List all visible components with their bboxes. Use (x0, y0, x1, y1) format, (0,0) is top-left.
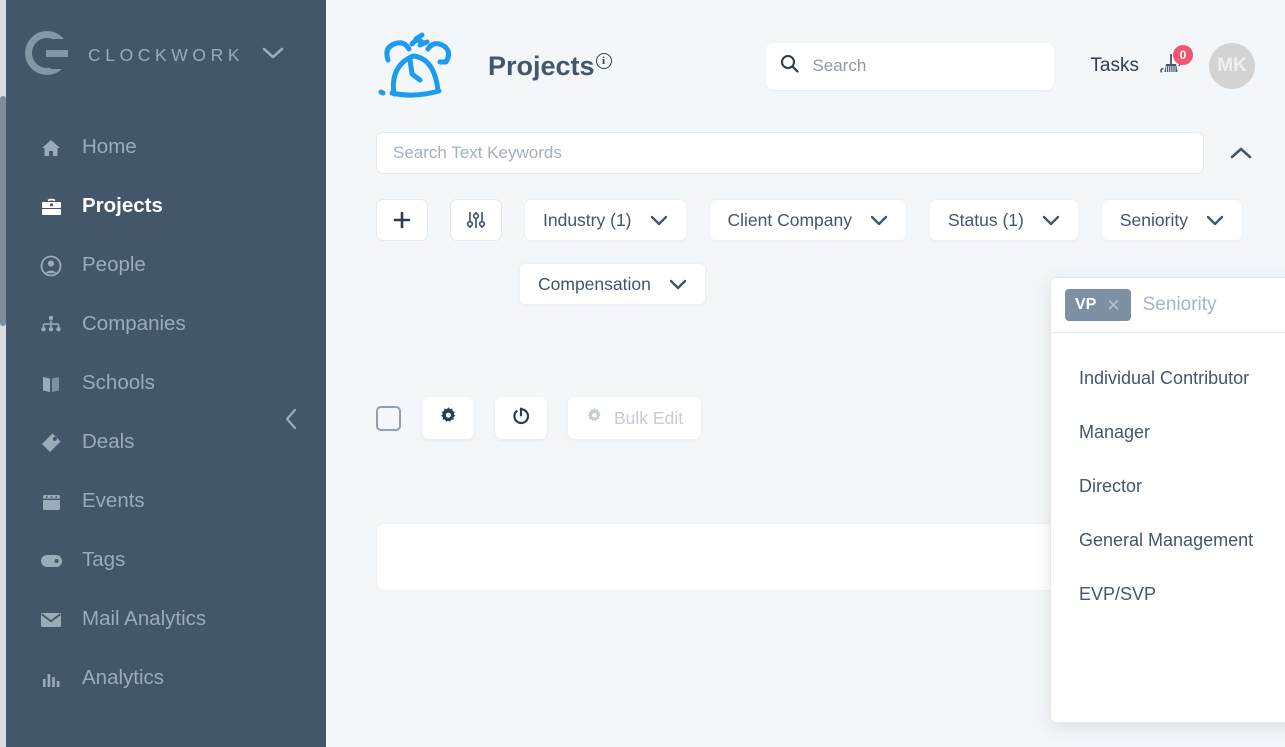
cleanup-badge-count: 0 (1173, 45, 1193, 65)
sidebar-item-home[interactable]: Home (0, 118, 326, 177)
sidebar-item-people[interactable]: People (0, 236, 326, 295)
sidebar-scrollbar[interactable] (0, 0, 6, 747)
filter-chip-client-company[interactable]: Client Company (708, 199, 907, 241)
filter-chip-label: Industry (1) (543, 209, 632, 230)
briefcase-icon (36, 194, 66, 220)
chevron-down-icon (1206, 215, 1224, 226)
filter-chip-label: Status (1) (948, 209, 1024, 230)
option-evp-svp[interactable]: EVP/SVP (1051, 567, 1285, 621)
page-title: Projects i (488, 51, 612, 82)
alarm-clock-icon (376, 30, 458, 102)
global-search-placeholder: Search (812, 56, 867, 75)
info-icon[interactable]: i (595, 52, 612, 69)
tag-icon (36, 430, 66, 456)
main-content: Projects i Search Tasks 0 MK Search Text… (326, 0, 1285, 747)
dropdown-footer: Cancel Apply (1051, 630, 1285, 722)
user-avatar[interactable]: MK (1209, 43, 1255, 89)
option-manager[interactable]: Manager (1051, 405, 1285, 459)
sidebar-item-label: Schools (82, 371, 155, 395)
chevron-down-icon (669, 279, 687, 290)
option-general-management[interactable]: General Management (1051, 513, 1285, 567)
search-icon (780, 54, 800, 78)
sidebar-item-schools[interactable]: Schools (0, 354, 326, 413)
column-settings-button[interactable] (422, 397, 474, 439)
chevron-down-icon (870, 215, 888, 226)
filter-chip-row: Industry (1) Client Company Status (1) S… (376, 199, 1285, 241)
sidebar-item-label: Companies (82, 312, 186, 336)
token-label: VP (1075, 296, 1097, 313)
sidebar: CLOCKWORK Home Projects People Companies… (0, 0, 326, 747)
global-search-input[interactable]: Search (766, 42, 1055, 90)
sidebar-collapse-chevron-left-icon[interactable] (278, 406, 304, 432)
gear-icon (439, 406, 458, 430)
sidebar-scrollbar-thumb[interactable] (0, 96, 6, 326)
option-individual-contributor[interactable]: Individual Contributor (1051, 351, 1285, 405)
filter-chip-label: Compensation (538, 273, 651, 294)
clockwork-logo-icon (22, 30, 76, 80)
add-filter-button[interactable] (376, 199, 428, 241)
filter-chip-compensation[interactable]: Compensation (519, 263, 706, 305)
sidebar-item-events[interactable]: Events (0, 472, 326, 531)
page-title-text: Projects (488, 50, 595, 81)
top-bar: Projects i Search Tasks 0 MK (326, 0, 1285, 132)
sliders-icon-button[interactable] (450, 199, 502, 241)
keyword-search-input[interactable]: Search Text Keywords (376, 132, 1204, 174)
sidebar-item-tags[interactable]: Tags (0, 531, 326, 590)
bulk-edit-label: Bulk Edit (614, 407, 684, 428)
org-chart-icon (36, 312, 66, 338)
chevron-down-icon (650, 215, 668, 226)
refresh-button[interactable] (495, 397, 547, 439)
seniority-dropdown-panel: VP ✕ Seniority Individual Contributor Ma… (1050, 277, 1285, 723)
seniority-option-list: Individual Contributor Manager Director … (1051, 333, 1285, 630)
seniority-token-input[interactable]: VP ✕ Seniority (1051, 278, 1285, 333)
envelope-icon (36, 607, 66, 633)
person-circle-icon (36, 253, 66, 279)
sidebar-item-label: Home (82, 135, 137, 159)
sidebar-item-label: Tags (82, 548, 126, 572)
book-icon (36, 371, 66, 397)
bulk-edit-button[interactable]: Bulk Edit (568, 397, 702, 439)
sidebar-item-mail-analytics[interactable]: Mail Analytics (0, 590, 326, 649)
home-icon (36, 135, 66, 161)
sidebar-item-label: Events (82, 489, 145, 513)
sidebar-item-companies[interactable]: Companies (0, 295, 326, 354)
sidebar-item-label: People (82, 253, 146, 277)
filter-chip-seniority[interactable]: Seniority (1100, 199, 1243, 241)
filters-collapse-chevron-up-icon[interactable] (1228, 140, 1254, 166)
sidebar-item-label: Analytics (82, 666, 165, 690)
select-all-checkbox[interactable] (376, 405, 401, 431)
brand-name: CLOCKWORK (88, 44, 245, 65)
close-icon[interactable]: ✕ (1106, 297, 1120, 314)
cleanup-broom-button[interactable]: 0 (1153, 45, 1193, 84)
tasks-link[interactable]: Tasks (1090, 55, 1139, 77)
calendar-icon (36, 489, 66, 515)
brand-chevron-down-icon[interactable] (262, 46, 284, 65)
filter-chip-label: Seniority (1119, 209, 1188, 230)
filter-chip-industry[interactable]: Industry (1) (524, 199, 687, 241)
sidebar-item-projects[interactable]: Projects (0, 177, 326, 236)
sidebar-item-analytics[interactable]: Analytics (0, 649, 326, 708)
bar-chart-icon (36, 666, 66, 692)
gear-icon (586, 407, 603, 429)
power-refresh-icon (511, 406, 531, 431)
sidebar-item-label: Deals (82, 430, 135, 454)
option-director[interactable]: Director (1051, 459, 1285, 513)
filter-chip-label: Client Company (727, 209, 853, 230)
app-root: CLOCKWORK Home Projects People Companies… (0, 0, 1285, 747)
selected-token-vp[interactable]: VP ✕ (1065, 289, 1131, 321)
label-icon (36, 548, 66, 574)
brand-header[interactable]: CLOCKWORK (0, 0, 326, 110)
keyword-row: Search Text Keywords (376, 132, 1285, 174)
seniority-input-placeholder: Seniority (1142, 294, 1217, 315)
filter-chip-status[interactable]: Status (1) (929, 199, 1079, 241)
chevron-down-icon (1042, 215, 1060, 226)
sidebar-item-label: Mail Analytics (82, 607, 207, 631)
sidebar-item-label: Projects (82, 194, 163, 218)
keyword-search-placeholder: Search Text Keywords (393, 143, 562, 162)
